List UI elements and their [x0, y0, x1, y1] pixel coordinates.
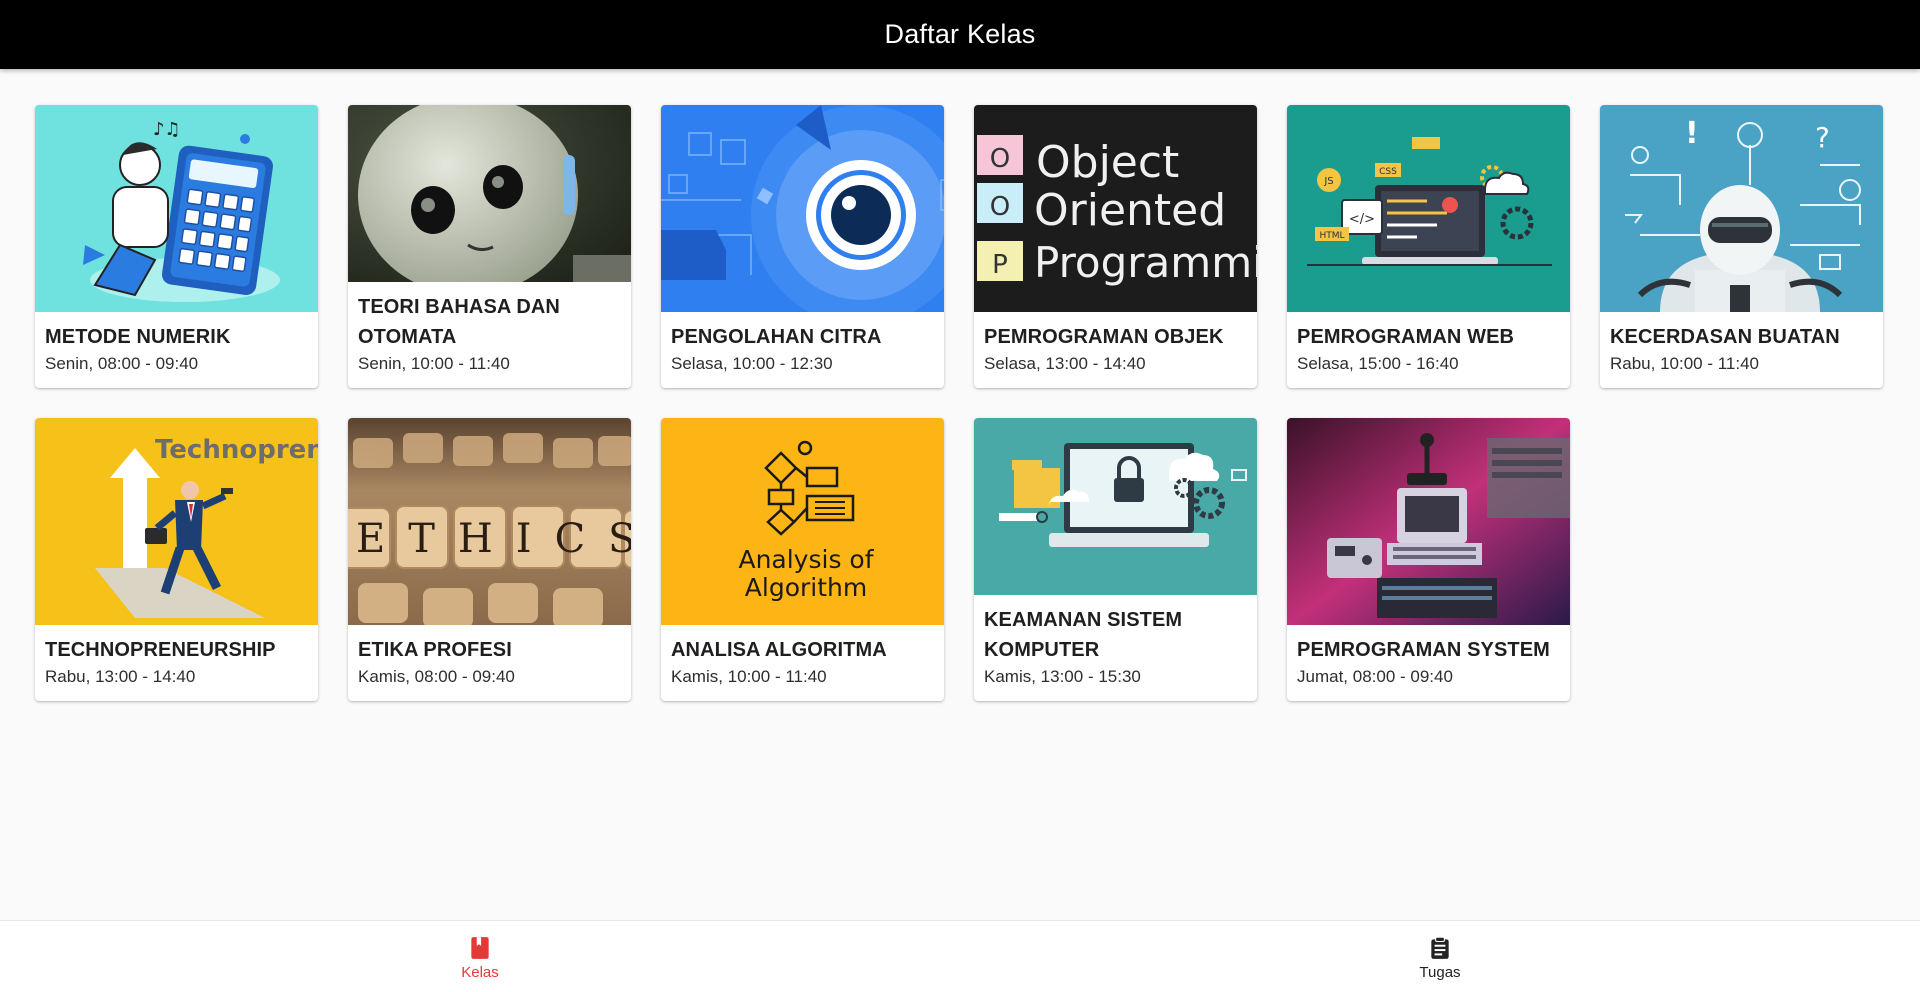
clipboard-icon: [1431, 936, 1449, 959]
class-grid: ♪♫ METODE NUMERIK Senin, 08:00 - 09:40 T…: [35, 105, 1883, 701]
nav-label-kelas: Kelas: [461, 963, 499, 981]
class-schedule: Kamis, 08:00 - 09:40: [358, 667, 515, 686]
class-title: KEAMANAN SISTEM KOMPUTER: [984, 609, 1183, 661]
class-title: METODE NUMERIK: [45, 326, 231, 348]
web-badge-js: JS: [1323, 176, 1333, 187]
class-image-calculator: ♪♫: [35, 105, 318, 312]
class-card[interactable]: TEORI BAHASA DAN OTOMATA Senin, 10:00 - …: [348, 105, 631, 388]
class-title: PEMROGRAMAN WEB: [1297, 326, 1515, 348]
class-schedule: Selasa, 15:00 - 16:40: [1297, 354, 1459, 373]
nav-label-tugas: Tugas: [1419, 963, 1461, 981]
oop-letter: O: [990, 144, 1010, 174]
class-image-web: </> JS CSS HTML: [1287, 105, 1570, 312]
class-card[interactable]: ! ? KECERDASAN BUATAN Rabu, 10:00 - 11:4…: [1600, 105, 1883, 388]
algorithm-line: Analysis of: [738, 545, 874, 574]
class-title: PEMROGRAMAN OBJEK: [984, 326, 1224, 348]
technopreneur-label: Technopreneur: [155, 435, 318, 465]
book-icon: [471, 936, 489, 959]
class-schedule: Selasa, 13:00 - 14:40: [984, 354, 1146, 373]
class-image-eye: [661, 105, 944, 312]
class-title: KECERDASAN BUATAN: [1610, 326, 1840, 348]
class-image-oop: O O P Object Oriented Programming: [974, 105, 1257, 312]
class-image-robot: [348, 105, 631, 282]
class-schedule: Senin, 10:00 - 11:40: [358, 354, 510, 373]
class-title: ETIKA PROFESI: [358, 639, 512, 661]
class-card[interactable]: ETHICS ETIKA PROFESI Kamis, 08:00 - 09:4…: [348, 418, 631, 701]
class-image-security: [974, 418, 1257, 595]
app-bar: Daftar Kelas: [0, 0, 1920, 69]
nav-item-kelas[interactable]: Kelas: [0, 921, 960, 992]
ethics-word: ETHICS: [356, 516, 631, 562]
class-schedule: Rabu, 10:00 - 11:40: [1610, 354, 1760, 373]
class-image-technopreneur: Technopreneur: [35, 418, 318, 625]
oop-line: Programming: [1034, 238, 1257, 287]
oop-line: Object: [1036, 137, 1179, 188]
class-title: TEORI BAHASA DAN OTOMATA: [358, 296, 560, 348]
page-title: Daftar Kelas: [884, 19, 1036, 49]
class-card[interactable]: PEMROGRAMAN SYSTEM Jumat, 08:00 - 09:40: [1287, 418, 1570, 701]
oop-line: Oriented: [1034, 185, 1226, 236]
class-card[interactable]: Analysis of Algorithm ANALISA ALGORITMA …: [661, 418, 944, 701]
class-title: TECHNOPRENEURSHIP: [45, 639, 276, 661]
class-schedule: Rabu, 13:00 - 14:40: [45, 667, 196, 686]
class-image-algorithm: Analysis of Algorithm: [661, 418, 944, 625]
class-title: PENGOLAHAN CITRA: [671, 326, 882, 348]
web-badge-html: HTML: [1319, 231, 1344, 241]
class-card[interactable]: KEAMANAN SISTEM KOMPUTER Kamis, 13:00 - …: [974, 418, 1257, 701]
class-card[interactable]: PENGOLAHAN CITRA Selasa, 10:00 - 12:30: [661, 105, 944, 388]
class-schedule: Kamis, 13:00 - 15:30: [984, 667, 1141, 686]
class-title: PEMROGRAMAN SYSTEM: [1297, 639, 1550, 661]
svg-text:</>: </>: [1349, 212, 1375, 227]
class-image-retro: [1287, 418, 1570, 625]
oop-letter: P: [992, 250, 1008, 280]
class-schedule: Jumat, 08:00 - 09:40: [1297, 667, 1453, 686]
svg-text:♪♫: ♪♫: [153, 119, 181, 140]
class-schedule: Kamis, 10:00 - 11:40: [671, 667, 827, 686]
class-image-ethics: ETHICS: [348, 418, 631, 625]
nav-item-tugas[interactable]: Tugas: [960, 921, 1920, 992]
class-card[interactable]: O O P Object Oriented Programming PEMROG…: [974, 105, 1257, 388]
class-card[interactable]: </> JS CSS HTML PEMROGRAMAN WEB Selasa, …: [1287, 105, 1570, 388]
oop-letter: O: [990, 192, 1010, 222]
class-card[interactable]: Technopreneur TECHNOPRENEURSHIP Rabu, 13…: [35, 418, 318, 701]
class-schedule: Senin, 08:00 - 09:40: [45, 354, 199, 373]
algorithm-line: Algorithm: [745, 573, 867, 602]
web-badge-css: CSS: [1379, 167, 1397, 177]
svg-text:?: ?: [1815, 121, 1830, 154]
class-title: ANALISA ALGORITMA: [671, 639, 887, 661]
class-image-ai: ! ?: [1600, 105, 1883, 312]
class-card[interactable]: ♪♫ METODE NUMERIK Senin, 08:00 - 09:40: [35, 105, 318, 388]
class-schedule: Selasa, 10:00 - 12:30: [671, 354, 833, 373]
bottom-navigation: Kelas Tugas: [0, 920, 1920, 992]
svg-text:!: !: [1685, 116, 1699, 151]
